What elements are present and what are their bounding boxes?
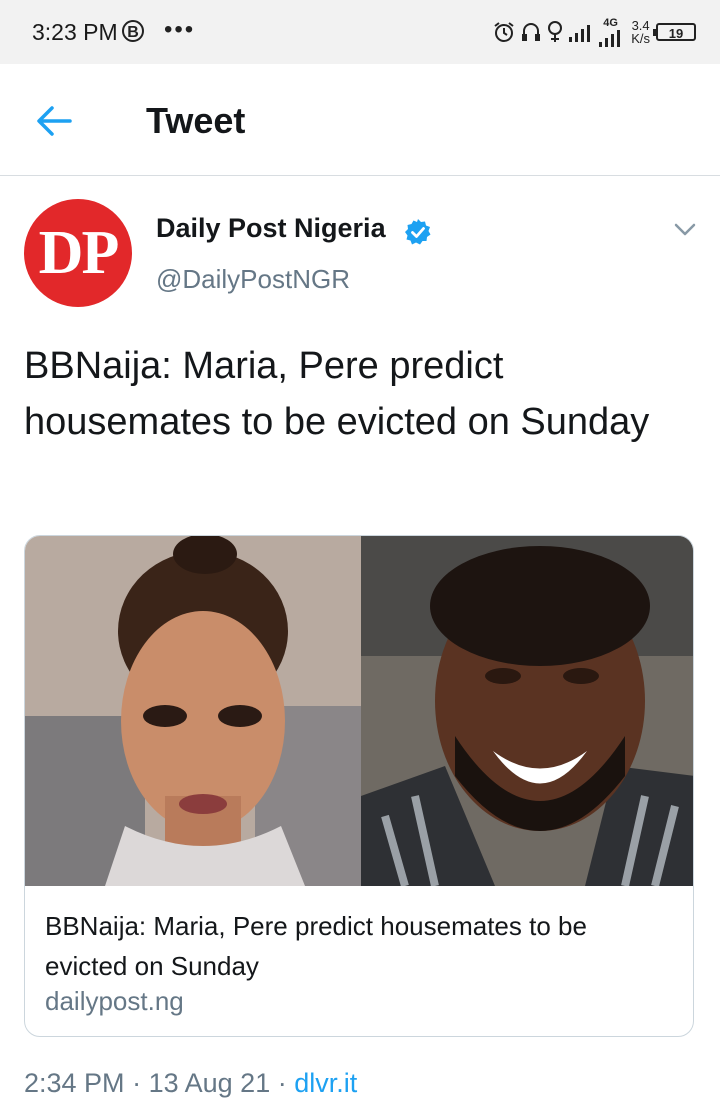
network-speed: 3.4 K/s — [631, 18, 650, 46]
tweet-time: 2:34 PM — [24, 1068, 125, 1098]
chevron-down-icon[interactable] — [672, 220, 698, 240]
notification-b-icon: B — [122, 20, 144, 42]
tweet-date: 13 Aug 21 — [148, 1068, 271, 1098]
more-notifications-icon: ••• — [164, 16, 196, 43]
card-title: BBNaija: Maria, Pere predict housemates … — [45, 911, 587, 981]
page-title: Tweet — [146, 100, 246, 141]
tweet-text: BBNaija: Maria, Pere predict housemates … — [24, 345, 650, 443]
arrow-left-icon — [37, 106, 72, 136]
avatar-logo-text: DP — [38, 219, 120, 287]
meta-separator: · — [277, 1068, 287, 1098]
author-handle[interactable]: @DailyPostNGR — [156, 264, 350, 295]
verified-badge-icon — [405, 219, 431, 245]
battery-icon: 19 — [653, 23, 696, 41]
headset-icon — [522, 23, 541, 41]
tweet-meta: 2:34 PM · 13 Aug 21 · dlvr.it — [24, 1068, 357, 1099]
signal-4g-icon: 4G — [599, 17, 625, 47]
meta-separator: · — [132, 1068, 142, 1098]
top-app-bar: Tweet — [0, 64, 720, 176]
status-bar: 3:23 PM B ••• 4G 3.4 K/s 19 — [0, 0, 720, 64]
signal-icon — [569, 25, 591, 42]
status-icons: 4G 3.4 K/s 19 — [493, 14, 696, 50]
card-domain: dailypost.ng — [45, 986, 184, 1016]
alarm-icon — [494, 22, 514, 42]
tweet-source-link[interactable]: dlvr.it — [294, 1068, 357, 1098]
location-icon — [548, 21, 563, 42]
card-image — [25, 536, 693, 886]
back-button[interactable] — [32, 101, 76, 141]
link-preview-card[interactable]: BBNaija: Maria, Pere predict housemates … — [24, 535, 694, 1037]
author-name[interactable]: Daily Post Nigeria — [156, 213, 386, 244]
avatar[interactable]: DP — [24, 199, 132, 307]
status-time: 3:23 PM — [32, 19, 118, 45]
